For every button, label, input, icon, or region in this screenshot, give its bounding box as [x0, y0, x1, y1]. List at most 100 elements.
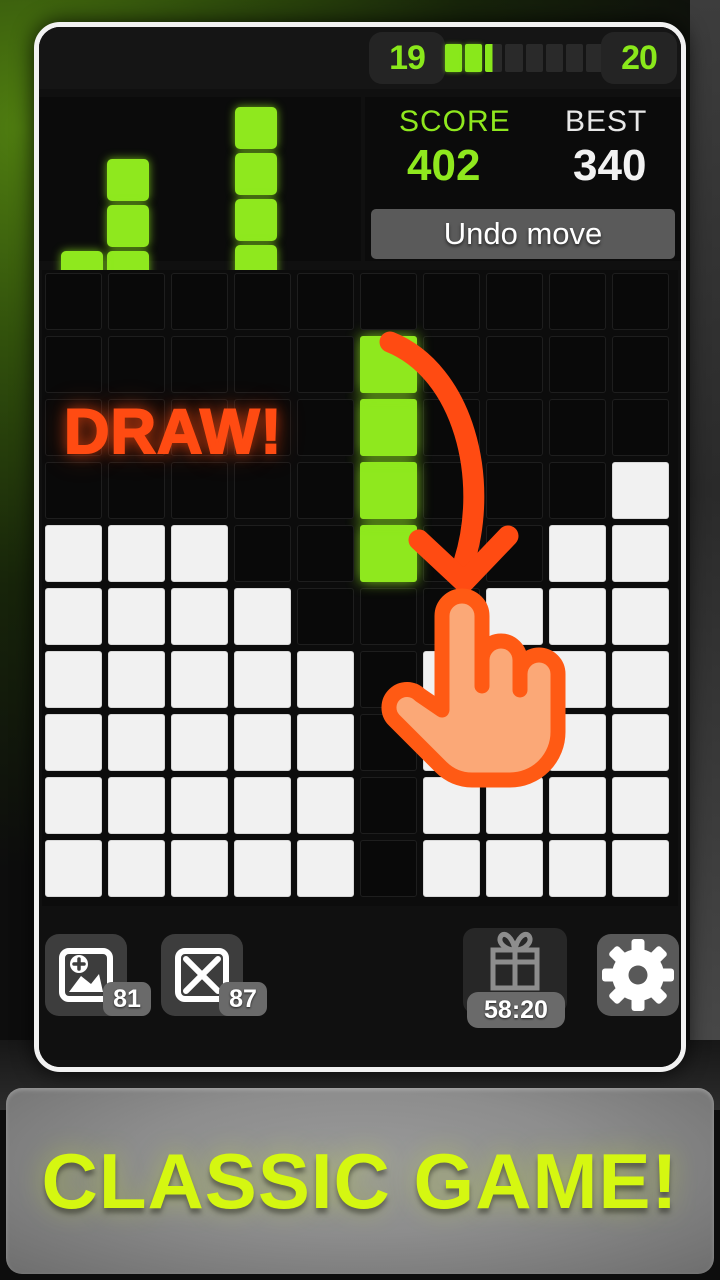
- board-cell-empty[interactable]: [486, 336, 543, 393]
- board-cell-empty[interactable]: [297, 336, 354, 393]
- board-cell-empty[interactable]: [108, 336, 165, 393]
- board-cell-empty[interactable]: [108, 462, 165, 519]
- board-cell-white[interactable]: [486, 588, 543, 645]
- board-cell-white[interactable]: [549, 525, 606, 582]
- board-cell-empty[interactable]: [45, 462, 102, 519]
- board-cell-white[interactable]: [612, 777, 669, 834]
- board-cell-white[interactable]: [45, 525, 102, 582]
- tray-piece-cell[interactable]: [235, 153, 277, 195]
- board-cell-empty[interactable]: [549, 399, 606, 456]
- board-cell-white[interactable]: [171, 651, 228, 708]
- board-cell-white[interactable]: [423, 777, 480, 834]
- board-cell-white[interactable]: [297, 840, 354, 897]
- board-cell-white[interactable]: [297, 777, 354, 834]
- board-cell-empty[interactable]: [108, 273, 165, 330]
- board-cell-white[interactable]: [549, 714, 606, 771]
- game-board[interactable]: DRAW!: [42, 270, 678, 906]
- board-cell-white[interactable]: [234, 588, 291, 645]
- board-cell-white[interactable]: [45, 777, 102, 834]
- board-cell-green[interactable]: [360, 525, 417, 582]
- board-cell-white[interactable]: [612, 651, 669, 708]
- board-cell-empty[interactable]: [423, 273, 480, 330]
- board-cell-white[interactable]: [108, 714, 165, 771]
- board-cell-empty[interactable]: [360, 777, 417, 834]
- board-cell-white[interactable]: [171, 525, 228, 582]
- tray-piece-cell[interactable]: [107, 205, 149, 247]
- board-cell-white[interactable]: [612, 840, 669, 897]
- board-cell-white[interactable]: [297, 714, 354, 771]
- board-cell-white[interactable]: [234, 777, 291, 834]
- board-cell-empty[interactable]: [45, 336, 102, 393]
- board-cell-empty[interactable]: [171, 336, 228, 393]
- board-cell-white[interactable]: [297, 651, 354, 708]
- board-cell-empty[interactable]: [486, 525, 543, 582]
- board-cell-white[interactable]: [108, 651, 165, 708]
- board-cell-white[interactable]: [423, 651, 480, 708]
- board-cell-empty[interactable]: [234, 336, 291, 393]
- board-cell-white[interactable]: [171, 777, 228, 834]
- board-cell-white[interactable]: [108, 840, 165, 897]
- board-cell-green[interactable]: [360, 462, 417, 519]
- board-cell-white[interactable]: [171, 588, 228, 645]
- board-cell-empty[interactable]: [171, 462, 228, 519]
- settings-button[interactable]: [597, 934, 679, 1016]
- board-cell-white[interactable]: [45, 714, 102, 771]
- board-cell-empty[interactable]: [486, 462, 543, 519]
- board-cell-white[interactable]: [612, 525, 669, 582]
- board-cell-empty[interactable]: [297, 525, 354, 582]
- tray-piece-cell[interactable]: [235, 107, 277, 149]
- board-cell-empty[interactable]: [549, 336, 606, 393]
- board-cell-empty[interactable]: [612, 336, 669, 393]
- board-cell-empty[interactable]: [423, 336, 480, 393]
- board-cell-white[interactable]: [549, 777, 606, 834]
- tray-piece-cell[interactable]: [107, 159, 149, 201]
- board-cell-white[interactable]: [486, 651, 543, 708]
- board-cell-white[interactable]: [234, 840, 291, 897]
- undo-move-button[interactable]: Undo move: [371, 209, 675, 259]
- board-cell-empty[interactable]: [423, 462, 480, 519]
- board-cell-empty[interactable]: [234, 462, 291, 519]
- board-cell-green[interactable]: [360, 336, 417, 393]
- board-cell-white[interactable]: [45, 651, 102, 708]
- board-cell-empty[interactable]: [549, 462, 606, 519]
- board-cell-empty[interactable]: [360, 714, 417, 771]
- board-cell-empty[interactable]: [297, 462, 354, 519]
- board-cell-empty[interactable]: [486, 399, 543, 456]
- board-cell-white[interactable]: [45, 840, 102, 897]
- board-cell-white[interactable]: [486, 840, 543, 897]
- board-cell-empty[interactable]: [423, 399, 480, 456]
- board-cell-empty[interactable]: [549, 273, 606, 330]
- board-cell-empty[interactable]: [360, 651, 417, 708]
- board-cell-empty[interactable]: [234, 525, 291, 582]
- board-cell-white[interactable]: [171, 840, 228, 897]
- board-cell-empty[interactable]: [486, 273, 543, 330]
- board-cell-white[interactable]: [423, 840, 480, 897]
- board-cell-white[interactable]: [171, 714, 228, 771]
- board-cell-empty[interactable]: [297, 399, 354, 456]
- board-cell-empty[interactable]: [297, 588, 354, 645]
- board-cell-empty[interactable]: [45, 273, 102, 330]
- board-cell-empty[interactable]: [360, 588, 417, 645]
- board-cell-empty[interactable]: [612, 399, 669, 456]
- board-cell-empty[interactable]: [612, 273, 669, 330]
- board-cell-white[interactable]: [234, 714, 291, 771]
- board-cell-empty[interactable]: [297, 273, 354, 330]
- board-cell-white[interactable]: [549, 840, 606, 897]
- piece-tray[interactable]: [39, 97, 361, 293]
- board-cell-empty[interactable]: [234, 273, 291, 330]
- board-cell-empty[interactable]: [423, 525, 480, 582]
- board-cell-white[interactable]: [234, 651, 291, 708]
- board-cell-white[interactable]: [612, 714, 669, 771]
- board-cell-white[interactable]: [486, 714, 543, 771]
- board-cell-white[interactable]: [612, 588, 669, 645]
- board-cell-white[interactable]: [108, 525, 165, 582]
- board-cell-white[interactable]: [549, 588, 606, 645]
- board-cell-white[interactable]: [108, 777, 165, 834]
- board-cell-white[interactable]: [45, 588, 102, 645]
- board-cell-empty[interactable]: [360, 840, 417, 897]
- board-cell-white[interactable]: [612, 462, 669, 519]
- board-cell-empty[interactable]: [360, 273, 417, 330]
- board-cell-empty[interactable]: [171, 273, 228, 330]
- board-cell-white[interactable]: [423, 714, 480, 771]
- board-cell-white[interactable]: [549, 651, 606, 708]
